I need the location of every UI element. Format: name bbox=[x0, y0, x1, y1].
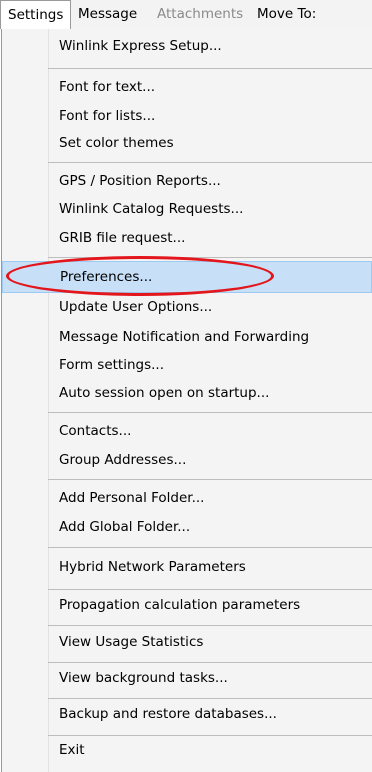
menu-item-label: Contacts... bbox=[59, 423, 132, 439]
menu-item-label: Message Notification and Forwarding bbox=[59, 329, 310, 345]
menu-item-set-color-themes[interactable]: Set color themes bbox=[2, 128, 372, 160]
menu-item-label: Propagation calculation parameters bbox=[59, 597, 301, 613]
menu-separator bbox=[48, 162, 372, 163]
menu-item-preferences[interactable]: Preferences... bbox=[2, 261, 372, 293]
menu-item-exit[interactable]: Exit bbox=[2, 735, 372, 767]
menu-item-grib-file-request[interactable]: GRIB file request... bbox=[2, 223, 372, 255]
menu-item-update-user-options[interactable]: Update User Options... bbox=[2, 292, 372, 324]
menu-settings[interactable]: Settings bbox=[0, 0, 72, 29]
menu-item-label: Auto session open on startup... bbox=[59, 385, 270, 401]
menu-item-hybrid-network-parameters[interactable]: Hybrid Network Parameters bbox=[2, 552, 372, 584]
menu-separator bbox=[48, 479, 372, 480]
menu-bar: Settings Message Attachments Move To: bbox=[0, 0, 372, 29]
menu-item-label: GRIB file request... bbox=[59, 230, 186, 246]
menu-item-label: Preferences... bbox=[60, 269, 153, 285]
menu-message[interactable]: Message bbox=[71, 0, 144, 28]
menu-separator bbox=[48, 68, 372, 69]
menu-item-label: Winlink Express Setup... bbox=[59, 38, 222, 54]
menu-separator bbox=[48, 412, 372, 413]
menu-item-label: Add Personal Folder... bbox=[59, 490, 205, 506]
menu-item-winlink-catalog-requests[interactable]: Winlink Catalog Requests... bbox=[2, 194, 372, 226]
menu-separator bbox=[48, 257, 372, 258]
menu-item-winlink-express-setup[interactable]: Winlink Express Setup... bbox=[2, 31, 372, 63]
settings-dropdown-menu: Winlink Express Setup... Font for text..… bbox=[1, 28, 372, 772]
menu-item-label: View Usage Statistics bbox=[59, 634, 204, 650]
menu-item-contacts[interactable]: Contacts... bbox=[2, 416, 372, 448]
menu-separator bbox=[48, 625, 372, 626]
menu-item-label: Font for lists... bbox=[59, 108, 156, 124]
menu-item-label: GPS / Position Reports... bbox=[59, 173, 221, 189]
menu-item-label: Group Addresses... bbox=[59, 452, 187, 468]
menu-item-auto-session-open[interactable]: Auto session open on startup... bbox=[2, 378, 372, 410]
menu-item-label: Exit bbox=[59, 742, 85, 758]
menu-item-label: Backup and restore databases... bbox=[59, 706, 277, 722]
menu-item-label: Add Global Folder... bbox=[59, 519, 191, 535]
menu-move-to[interactable]: Move To: bbox=[250, 0, 323, 28]
menu-item-backup-restore-databases[interactable]: Backup and restore databases... bbox=[2, 699, 372, 731]
menu-item-group-addresses[interactable]: Group Addresses... bbox=[2, 445, 372, 477]
menu-item-font-for-text[interactable]: Font for text... bbox=[2, 72, 372, 104]
menu-item-view-usage-statistics[interactable]: View Usage Statistics bbox=[2, 627, 372, 659]
menu-item-add-personal-folder[interactable]: Add Personal Folder... bbox=[2, 483, 372, 515]
menu-item-label: Winlink Catalog Requests... bbox=[59, 201, 244, 217]
menu-item-add-global-folder[interactable]: Add Global Folder... bbox=[2, 512, 372, 544]
menu-item-view-background-tasks[interactable]: View background tasks... bbox=[2, 663, 372, 695]
menu-separator bbox=[48, 547, 372, 548]
menu-item-label: Form settings... bbox=[59, 357, 165, 373]
menu-attachments[interactable]: Attachments bbox=[150, 0, 250, 28]
menu-item-label: View background tasks... bbox=[59, 670, 228, 686]
menu-item-label: Hybrid Network Parameters bbox=[59, 559, 246, 575]
menu-item-propagation-calculation-parameters[interactable]: Propagation calculation parameters bbox=[2, 590, 372, 622]
menu-item-label: Update User Options... bbox=[59, 299, 213, 315]
menu-item-label: Set color themes bbox=[59, 135, 174, 151]
menu-item-label: Font for text... bbox=[59, 79, 156, 95]
